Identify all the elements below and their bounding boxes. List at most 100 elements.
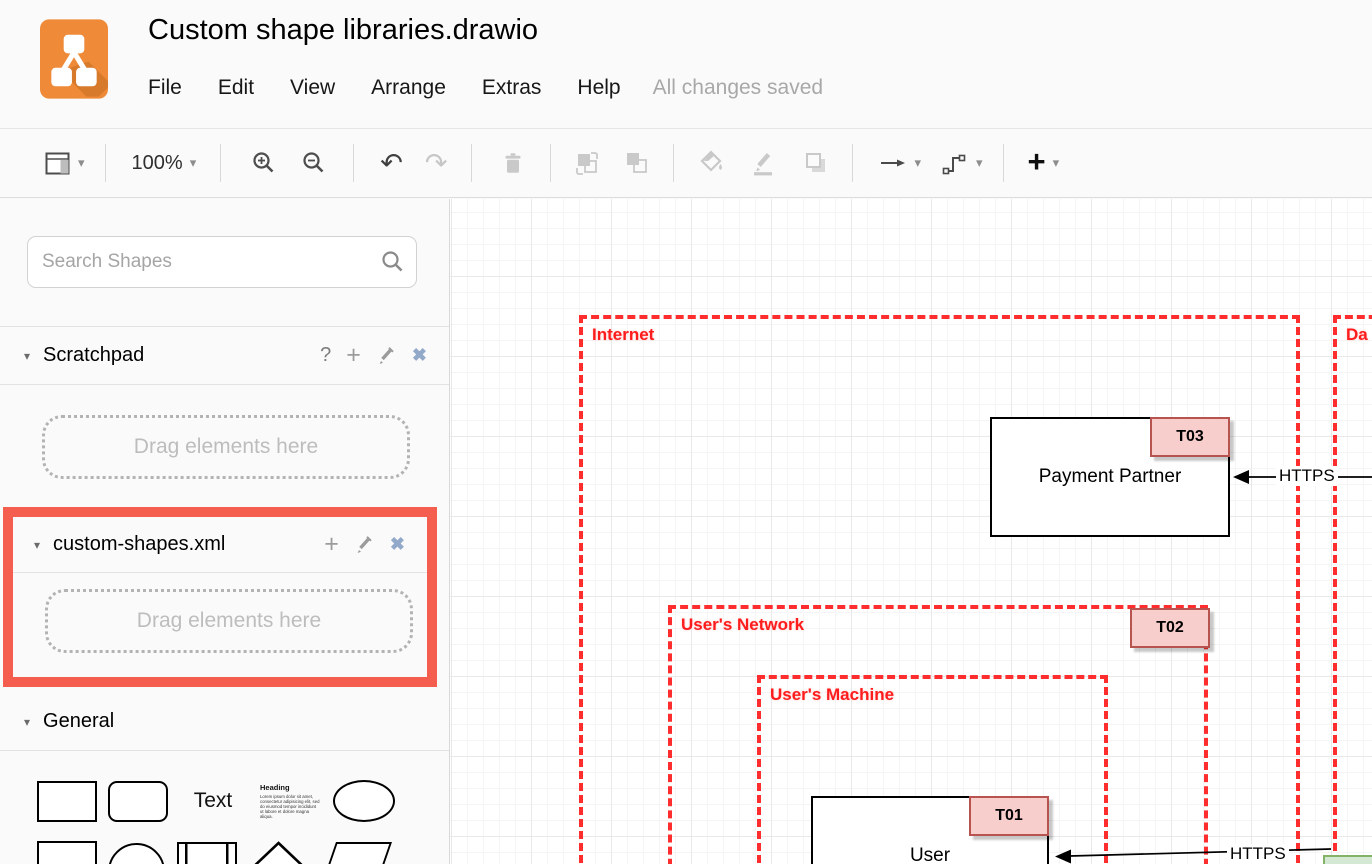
caret-down-icon: ▾ (78, 155, 85, 171)
edge-label-text: HTTPS (1279, 466, 1335, 485)
node-green-server[interactable] (1323, 855, 1372, 864)
waypoint-style-button[interactable]: ▾ (941, 141, 983, 185)
scratchpad-title: Scratchpad (43, 344, 144, 367)
menu-file[interactable]: File (148, 76, 182, 100)
custom-library-highlighted-panel: ▾ custom-shapes.xml + ✖ Drag elements he… (3, 507, 437, 687)
scratchpad-close-icon[interactable]: ✖ (412, 345, 427, 366)
scratchpad-help-icon[interactable]: ? (320, 344, 331, 367)
custom-library-close-icon[interactable]: ✖ (390, 534, 405, 555)
menu-view[interactable]: View (290, 76, 335, 100)
shadow-button[interactable] (802, 141, 830, 185)
heading-shape-title: Heading (260, 783, 320, 792)
zoom-level-dropdown[interactable]: 100% ▾ (132, 141, 197, 185)
caret-down-icon: ▾ (190, 155, 197, 171)
toolbar-separator (353, 144, 354, 182)
diamond-shape[interactable] (247, 841, 310, 864)
shape-palette-row (0, 841, 449, 864)
zoom-out-button[interactable] (301, 141, 327, 185)
circle-shape[interactable] (108, 843, 165, 864)
menu-help[interactable]: Help (577, 76, 620, 100)
connection-style-button[interactable]: ▾ (879, 141, 921, 185)
drop-zone-hint: Drag elements here (134, 435, 318, 459)
search-shapes-input[interactable] (27, 236, 417, 288)
edge-label-text: HTTPS (1230, 844, 1286, 863)
process-shape[interactable] (177, 842, 237, 864)
sidebar-divider (13, 572, 427, 573)
node-label: User (910, 845, 950, 864)
edge-label-https-top[interactable]: HTTPS (1276, 466, 1338, 486)
general-title: General (43, 710, 114, 733)
heading-shape-body: Lorem ipsum dolor sit amet, consectetur … (260, 794, 320, 819)
badge-label: T01 (995, 807, 1023, 825)
redo-button[interactable]: ↷ (425, 141, 448, 185)
toolbar: ▾ 100% ▾ ↶ ↷ (0, 129, 1372, 198)
undo-icon: ↶ (380, 150, 403, 177)
caret-down-icon: ▾ (976, 155, 983, 171)
connection-arrow-icon (879, 149, 907, 177)
custom-library-add-icon[interactable]: + (324, 532, 339, 557)
toolbar-separator (220, 144, 221, 182)
format-panel-toggle-button[interactable]: ▾ (44, 141, 85, 185)
boundary-data-center[interactable]: Da (1333, 315, 1372, 864)
toolbar-separator (550, 144, 551, 182)
toolbar-separator (852, 144, 853, 182)
drop-zone-hint: Drag elements here (137, 609, 321, 633)
plus-icon: + (1028, 146, 1046, 177)
custom-library-drop-zone[interactable]: Drag elements here (45, 589, 413, 653)
collapse-triangle-icon[interactable]: ▾ (34, 538, 40, 552)
rectangle-shape[interactable] (37, 781, 97, 822)
to-back-button[interactable] (623, 141, 651, 185)
badge-label: T03 (1176, 428, 1204, 446)
boundary-label: User's Machine (770, 685, 894, 705)
sidebar-divider (0, 384, 449, 385)
scratchpad-drop-zone[interactable]: Drag elements here (42, 415, 410, 479)
fill-color-icon (698, 149, 726, 177)
heading-shape[interactable]: Heading Lorem ipsum dolor sit amet, cons… (260, 783, 320, 819)
to-front-icon (573, 149, 601, 177)
trash-icon (500, 150, 526, 176)
diagram-canvas[interactable]: Internet Da User's Network User's Machin… (450, 199, 1372, 864)
search-icon[interactable] (380, 249, 406, 275)
custom-library-edit-icon[interactable] (354, 534, 375, 555)
edge-label-https-bottom[interactable]: HTTPS (1227, 844, 1289, 864)
app-header: Custom shape libraries.drawio File Edit … (0, 0, 1372, 129)
fill-color-button[interactable] (698, 141, 726, 185)
undo-button[interactable]: ↶ (380, 141, 403, 185)
shape-palette-row: Text Heading Lorem ipsum dolor sit amet,… (0, 780, 449, 822)
scratchpad-edit-icon[interactable] (376, 345, 397, 366)
scratchpad-add-icon[interactable]: + (346, 343, 361, 368)
to-front-button[interactable] (573, 141, 601, 185)
rounded-rectangle-shape[interactable] (108, 781, 168, 822)
square-shape[interactable] (37, 841, 97, 864)
toolbar-separator (673, 144, 674, 182)
toolbar-separator (105, 144, 106, 182)
zoom-in-button[interactable] (251, 141, 277, 185)
waypoints-icon (941, 149, 969, 177)
zoom-level-value: 100% (132, 152, 183, 175)
shapes-sidebar: ▾ Scratchpad ? + ✖ Drag elements here ▾ … (0, 199, 450, 864)
line-color-button[interactable] (750, 141, 778, 185)
to-back-icon (623, 149, 651, 177)
custom-library-title: custom-shapes.xml (53, 533, 225, 556)
scratchpad-section-header[interactable]: ▾ Scratchpad ? + ✖ (0, 327, 449, 384)
save-status: All changes saved (653, 76, 823, 100)
parallelogram-shape[interactable] (316, 842, 392, 864)
text-shape[interactable]: Text (178, 789, 248, 813)
threat-badge-t01[interactable]: T01 (969, 796, 1049, 836)
menu-arrange[interactable]: Arrange (371, 76, 446, 100)
menu-extras[interactable]: Extras (482, 76, 542, 100)
collapse-triangle-icon[interactable]: ▾ (24, 349, 30, 363)
threat-badge-t02[interactable]: T02 (1130, 608, 1210, 648)
menu-edit[interactable]: Edit (218, 76, 254, 100)
ellipse-shape[interactable] (333, 780, 395, 822)
node-label: Payment Partner (1039, 466, 1182, 488)
custom-library-section-header[interactable]: ▾ custom-shapes.xml + ✖ (13, 517, 427, 572)
delete-button[interactable] (500, 141, 526, 185)
collapse-triangle-icon[interactable]: ▾ (24, 715, 30, 729)
boundary-label: User's Network (681, 615, 804, 635)
threat-badge-t03[interactable]: T03 (1150, 417, 1230, 457)
insert-button[interactable]: + ▾ (1028, 141, 1060, 185)
document-title: Custom shape libraries.drawio (148, 14, 538, 47)
zoom-out-icon (301, 150, 327, 176)
general-section-header[interactable]: ▾ General (0, 693, 449, 750)
